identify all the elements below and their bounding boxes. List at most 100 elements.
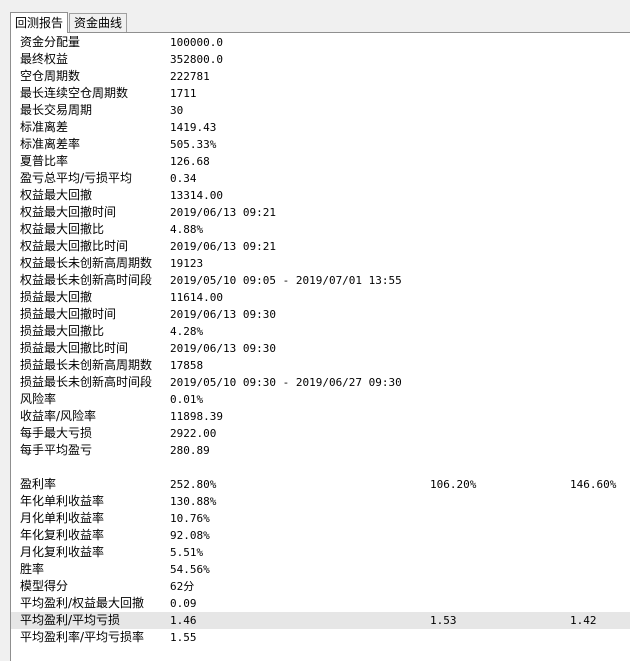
metric-value-v1: 280.89 [170,444,210,457]
metric-value-v1: 130.88% [170,495,217,508]
report-row[interactable]: 损益最大回撤比时间 2019/06/13 09:30 [11,340,630,357]
metric-value-v1: 11898.39 [170,410,223,423]
metric-label: 胜率 [20,562,45,576]
report-row[interactable]: 损益最长未创新高时间段 2019/05/10 09:30 - 2019/06/27… [11,374,630,391]
metric-value-v1: 2019/06/13 09:30 [170,308,276,321]
metric-value-v1: 2019/05/10 09:05 - 2019/07/01 13:55 [170,274,402,287]
metric-label: 损益最大回撤比时间 [20,341,129,355]
report-row[interactable]: 风险率 0.01% [11,391,630,408]
report-row[interactable]: 收益率/风险率 11898.39 [11,408,630,425]
metric-value-v1: 11614.00 [170,291,223,304]
report-row[interactable]: 最终权益 352800.0 [11,51,630,68]
report-row[interactable]: 盈亏总平均/亏损平均 0.34 [11,170,630,187]
report-row[interactable]: 模型得分 62分 [11,578,630,595]
metric-value-v1: 1.55 [170,631,197,644]
report-row[interactable]: 权益最大回撤时间 2019/06/13 09:21 [11,204,630,221]
metric-label: 权益最长未创新高周期数 [20,256,153,270]
metric-label: 资金分配量 [20,35,81,49]
report-row[interactable]: 胜率 54.56% [11,561,630,578]
metric-value-v2: 106.20% [430,478,477,491]
report-row[interactable]: 权益最长未创新高周期数 19123 [11,255,630,272]
metric-label: 月化复利收益率 [20,545,105,559]
report-row[interactable]: 损益最大回撤时间 2019/06/13 09:30 [11,306,630,323]
metric-value-v1: 126.68 [170,155,210,168]
report-row[interactable]: 年化单利收益率 130.88% [11,493,630,510]
metric-value-v1: 352800.0 [170,53,223,66]
metric-label: 平均盈利/权益最大回撤 [20,596,145,610]
metric-label: 风险率 [20,392,57,406]
metric-value-v1: 1.46 [170,614,197,627]
report-row[interactable]: 权益最大回撤 13314.00 [11,187,630,204]
metric-value-v1: 54.56% [170,563,210,576]
metric-label: 权益最大回撤时间 [20,205,117,219]
metric-value-v1: 0.34 [170,172,197,185]
metric-value-v3: 146.60% [570,478,617,491]
metric-label: 平均盈利率/平均亏损率 [20,630,145,644]
metric-value-v2: 1.53 [430,614,457,627]
metric-label: 权益最大回撤比 [20,222,105,236]
metric-value-v1: 19123 [170,257,204,270]
metric-label: 盈利率 [20,477,57,491]
report-row[interactable]: 每手最大亏损 2922.00 [11,425,630,442]
metric-label: 标准离差率 [20,137,81,151]
metric-value-v1: 62分 [170,580,195,593]
report-list: 资金分配量 100000.0 最终权益 352800.0 空仓周期数 222781 最长连续… [11,34,630,646]
report-row[interactable]: 标准离差 1419.43 [11,119,630,136]
metric-value-v1: 30 [170,104,184,117]
tab-bar: 回测报告 资金曲线 [10,12,128,33]
metric-label: 月化单利收益率 [20,511,105,525]
metric-value-v1: 252.80% [170,478,217,491]
report-row[interactable]: 最长连续空仓周期数 1711 [11,85,630,102]
metric-value-v1: 1711 [170,87,197,100]
report-row[interactable]: 标准离差率 505.33% [11,136,630,153]
report-row[interactable]: 资金分配量 100000.0 [11,34,630,51]
report-row[interactable]: 损益最大回撤 11614.00 [11,289,630,306]
metric-value-v1: 2019/06/13 09:21 [170,206,276,219]
report-row[interactable]: 月化复利收益率 5.51% [11,544,630,561]
report-row[interactable]: 权益最大回撤比 4.88% [11,221,630,238]
tab-equity-curve[interactable]: 资金曲线 [69,13,128,32]
report-row[interactable]: 夏普比率 126.68 [11,153,630,170]
metric-value-v1: 2019/05/10 09:30 - 2019/06/27 09:30 [170,376,402,389]
metric-label: 权益最大回撤 [20,188,93,202]
report-row[interactable]: 盈利率 252.80% 106.20% 146.60% [11,476,630,493]
report-row[interactable]: 平均盈利率/平均亏损率 1.55 [11,629,630,646]
metric-label: 损益最大回撤比 [20,324,105,338]
metric-value-v1: 1419.43 [170,121,217,134]
report-row[interactable]: 月化单利收益率 10.76% [11,510,630,527]
metric-value-v1: 0.09 [170,597,197,610]
metric-value-v1: 4.28% [170,325,204,338]
metric-label: 损益最长未创新高时间段 [20,375,153,389]
report-row[interactable]: 损益最大回撤比 4.28% [11,323,630,340]
metric-label: 损益最长未创新高周期数 [20,358,153,372]
metric-label: 最长连续空仓周期数 [20,86,129,100]
report-row[interactable] [11,459,630,476]
metric-value-v1: 92.08% [170,529,210,542]
metric-label: 盈亏总平均/亏损平均 [20,171,133,185]
metric-label: 最终权益 [20,52,69,66]
metric-label: 权益最大回撤比时间 [20,239,129,253]
metric-label: 每手最大亏损 [20,426,93,440]
tab-backtest-report[interactable]: 回测报告 [10,12,69,33]
metric-value-v1: 13314.00 [170,189,223,202]
report-row[interactable]: 权益最大回撤比时间 2019/06/13 09:21 [11,238,630,255]
metric-value-v1: 2019/06/13 09:30 [170,342,276,355]
report-row[interactable]: 损益最长未创新高周期数 17858 [11,357,630,374]
metric-label: 权益最长未创新高时间段 [20,273,153,287]
report-row[interactable]: 空仓周期数 222781 [11,68,630,85]
metric-value-v1: 505.33% [170,138,217,151]
metric-value-v1: 4.88% [170,223,204,236]
metric-label: 模型得分 [20,579,69,593]
report-row[interactable]: 年化复利收益率 92.08% [11,527,630,544]
metric-label: 空仓周期数 [20,69,81,83]
metric-label: 最长交易周期 [20,103,93,117]
report-row[interactable]: 平均盈利/平均亏损 1.46 1.53 1.42 [11,612,630,629]
metric-value-v1: 0.01% [170,393,204,406]
metric-value-v1: 100000.0 [170,36,223,49]
metric-label: 损益最大回撤 [20,290,93,304]
report-row[interactable]: 权益最长未创新高时间段 2019/05/10 09:05 - 2019/07/01… [11,272,630,289]
report-row[interactable]: 最长交易周期 30 [11,102,630,119]
report-row[interactable]: 平均盈利/权益最大回撤 0.09 [11,595,630,612]
report-row[interactable]: 每手平均盈亏 280.89 [11,442,630,459]
metric-value-v3: 1.42 [570,614,597,627]
